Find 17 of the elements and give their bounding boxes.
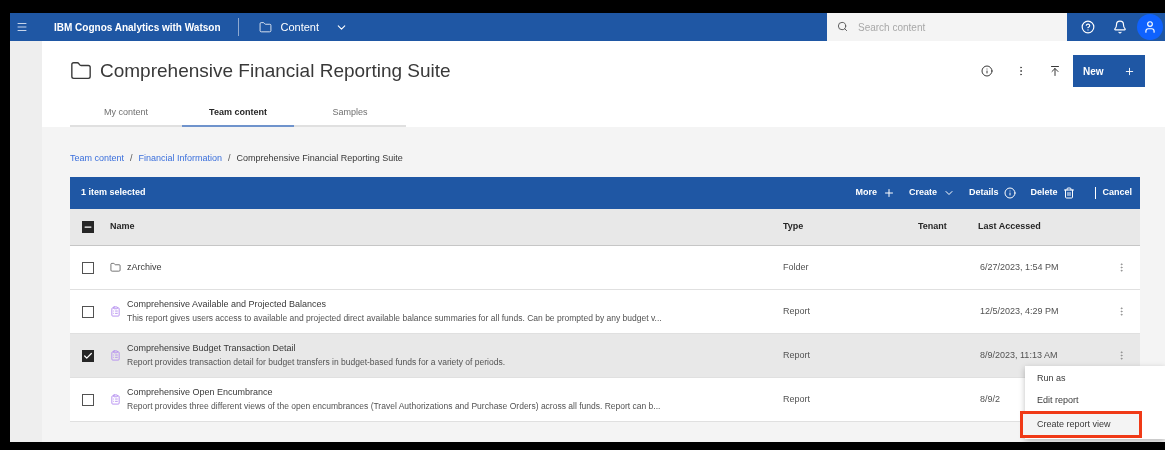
table-cell-text: Folder bbox=[783, 260, 810, 274]
product-name: IBM Cognos Analytics with Watson bbox=[54, 20, 221, 35]
breadcrumb-separator: / bbox=[228, 152, 231, 166]
table-cell-text: 6/27/2023, 1:54 PM bbox=[979, 260, 1059, 274]
breadcrumb-separator: / bbox=[130, 152, 133, 166]
item-description: Report provides transaction detail for budget transfers in budget-based funds for a variety of periods. bbox=[127, 355, 505, 369]
page-title: Comprehensive Financial Reporting Suite bbox=[100, 58, 451, 83]
item-description: This report gives users access to available and projected direct available balance summaries for all funds. Can be prompted by any budget v... bbox=[127, 311, 662, 325]
breadcrumb-current: Comprehensive Financial Reporting Suite bbox=[236, 152, 403, 166]
table-cell-text: Report bbox=[783, 392, 811, 406]
table-cell-text: 12/5/2023, 4:29 PM bbox=[979, 304, 1059, 318]
table-cell-text: Report bbox=[783, 304, 811, 318]
table-cell-text: Report bbox=[783, 348, 811, 362]
table-cell-text: 8/9/2 bbox=[979, 392, 1001, 406]
table-cell-text: 8/9/2023, 11:13 AM bbox=[979, 348, 1058, 362]
selection-count: 1 item selected bbox=[81, 186, 146, 200]
item-description: Report provides three different views of the open encumbrances (Travel Authorizations and Purchase Orders) across all funds. Report can b... bbox=[127, 399, 661, 413]
